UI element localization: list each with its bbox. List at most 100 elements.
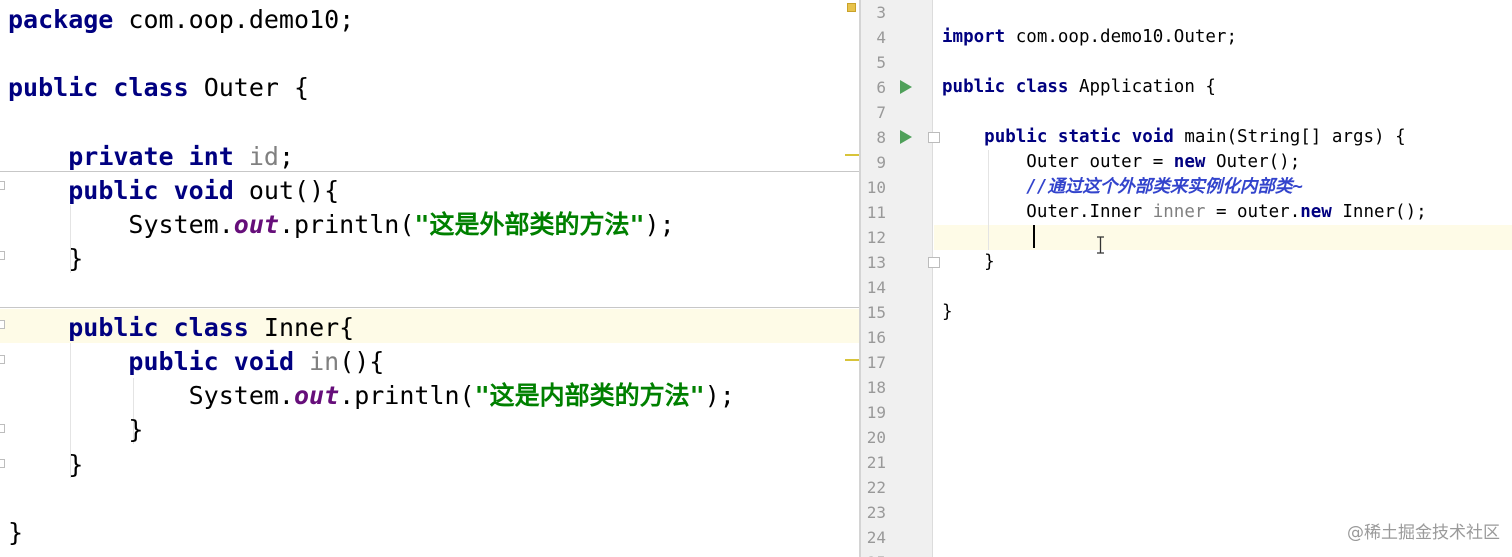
code-line[interactable]: public void out(){ <box>8 174 339 208</box>
code-token: (){ <box>339 347 385 376</box>
code-line[interactable]: private int id; <box>8 140 294 174</box>
code-token: class <box>113 73 189 103</box>
line-number: 25 <box>861 550 886 557</box>
code-token: } <box>942 302 953 322</box>
editor-application-java[interactable]: 345678910111213141516171819202122232425 … <box>861 0 1512 557</box>
line-number: 22 <box>866 478 886 497</box>
code-token: public <box>8 73 99 103</box>
line-number: 18 <box>866 378 886 397</box>
code-line[interactable]: Outer.Inner inner = outer.new Inner(); <box>942 200 1427 225</box>
method-separator <box>0 307 859 308</box>
code-token: Inner{ <box>248 312 355 342</box>
fold-marker-icon[interactable] <box>0 181 5 190</box>
code-line[interactable]: public static void main(String[] args) { <box>942 125 1406 150</box>
run-gutter-icon[interactable] <box>900 80 912 94</box>
line-number: 20 <box>866 428 886 447</box>
code-line[interactable]: public class Inner{ <box>8 311 354 345</box>
code-token: int <box>188 141 234 171</box>
code-token: package <box>8 5 114 34</box>
line-number: 13 <box>866 253 886 272</box>
code-token: com.oop.demo10; <box>113 5 355 34</box>
line-number: 8 <box>876 128 886 147</box>
line-number: 6 <box>876 78 886 97</box>
line-number-gutter[interactable]: 3 4 5 6 7 8 9 10 11 12 13 14 15 16 17 18 19 20 21 22 23 24 25 <box>861 0 933 557</box>
line-number: 11 <box>866 203 886 222</box>
error-stripe-mark[interactable] <box>845 359 859 361</box>
code-line[interactable]: } <box>8 413 143 447</box>
line-number: 17 <box>866 353 886 372</box>
run-gutter-icon[interactable] <box>900 130 912 144</box>
code-token: } <box>8 415 144 445</box>
code-token: id <box>248 141 279 171</box>
line-number: 5 <box>876 53 886 72</box>
fold-marker-icon[interactable] <box>928 257 940 268</box>
code-token: Inner(); <box>1331 202 1427 222</box>
code-line[interactable]: } <box>8 448 83 482</box>
code-line[interactable]: } <box>942 300 953 325</box>
fold-marker-icon[interactable] <box>0 459 5 468</box>
code-token: void <box>173 176 234 205</box>
editor-outer-java[interactable]: package com.oop.demo10; public class Oute… <box>0 0 859 557</box>
code-line[interactable]: } <box>942 250 995 275</box>
code-line[interactable]: public class Outer { <box>8 71 309 105</box>
code-token: public <box>984 127 1048 147</box>
code-token: public <box>68 312 159 342</box>
code-line[interactable]: public class Application { <box>942 75 1216 100</box>
line-number: 24 <box>866 528 886 547</box>
code-line[interactable]: } <box>8 516 23 550</box>
code-line[interactable]: System.out.println("这是外部类的方法"); <box>8 208 674 242</box>
code-token: System. <box>8 210 234 240</box>
code-line[interactable]: Outer outer = new Outer(); <box>942 150 1300 175</box>
code-line[interactable]: //通过这个外部类来实例化内部类~ <box>942 175 1303 200</box>
line-number: 9 <box>876 153 886 172</box>
fold-marker-icon[interactable] <box>928 132 940 143</box>
code-token: Application { <box>1068 77 1216 97</box>
code-token: out(){ <box>233 176 340 205</box>
warning-marker-icon[interactable] <box>847 3 856 12</box>
code-token: main(String[] args) { <box>1173 127 1406 147</box>
line-number: 3 <box>876 3 886 22</box>
line-number: 15 <box>866 303 886 322</box>
text-cursor-icon <box>1097 236 1104 254</box>
fold-marker-icon[interactable] <box>0 424 5 433</box>
code-token: = outer. <box>1205 202 1301 222</box>
code-line[interactable]: System.out.println("这是内部类的方法"); <box>8 379 735 413</box>
error-stripe-mark[interactable] <box>845 154 859 156</box>
fold-marker-icon[interactable] <box>0 355 5 364</box>
code-token: } <box>942 252 995 272</box>
code-line[interactable]: package com.oop.demo10; <box>8 3 354 37</box>
code-token: inner <box>1152 202 1206 222</box>
code-line[interactable]: } <box>8 242 83 276</box>
code-token: void <box>1131 127 1174 147</box>
code-token: ); <box>704 381 735 411</box>
fold-marker-icon[interactable] <box>0 251 5 260</box>
code-token: Outer(); <box>1205 152 1301 172</box>
code-token: } <box>8 244 84 274</box>
code-token: "这是外部类的方法" <box>414 210 645 240</box>
code-token: import <box>942 27 1006 47</box>
line-number: 16 <box>866 328 886 347</box>
watermark: @稀土掘金技术社区 <box>1347 523 1500 543</box>
code-line[interactable]: public void in(){ <box>8 345 384 379</box>
code-token: class <box>1015 77 1069 97</box>
code-token: //通过这个外部类来实例化内部类~ <box>1026 177 1303 197</box>
code-token: } <box>8 449 84 479</box>
line-number: 7 <box>876 103 886 122</box>
line-number: 4 <box>876 28 886 47</box>
code-token: Outer outer = <box>942 152 1174 172</box>
code-token: } <box>8 518 24 547</box>
code-token: System. <box>8 381 294 411</box>
fold-marker-icon[interactable] <box>0 320 5 329</box>
code-line[interactable]: import com.oop.demo10.Outer; <box>942 25 1237 50</box>
code-token: Outer { <box>188 73 310 103</box>
code-token: private <box>68 141 174 171</box>
